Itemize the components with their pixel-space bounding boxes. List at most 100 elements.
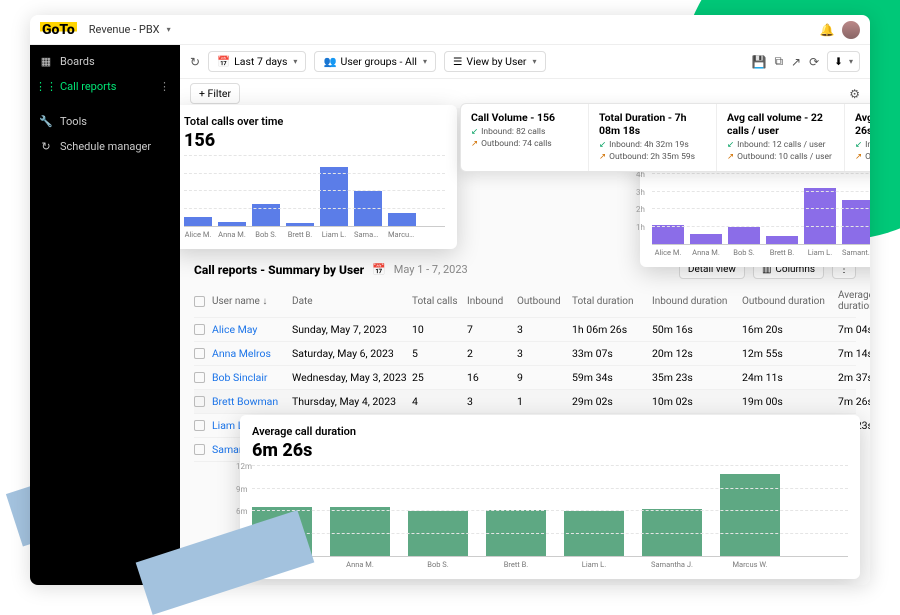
cell-date: Thursday, May 4, 2023 xyxy=(292,395,412,408)
sidebar-item-boards[interactable]: ▦ Boards xyxy=(30,49,180,74)
section-title: Call reports - Summary by User xyxy=(194,263,364,277)
copy-icon[interactable]: ⧉ xyxy=(774,54,783,69)
col-header[interactable]: Inbound xyxy=(467,296,517,307)
sidebar-item-schedule-manager[interactable]: ↻ Schedule manager xyxy=(30,134,180,159)
x-axis-label: Liam L. xyxy=(320,230,348,239)
bell-icon[interactable]: 🔔 xyxy=(818,21,836,39)
row-checkbox[interactable] xyxy=(194,444,205,455)
chart-bar[interactable] xyxy=(354,191,382,226)
cell-date: Saturday, May 6, 2023 xyxy=(292,347,412,360)
share-icon[interactable]: ↗ xyxy=(791,55,801,69)
x-axis-label: Marcus W. xyxy=(388,230,416,239)
metric-outbound: Outbound: 74 calls xyxy=(481,139,552,151)
select-all-checkbox[interactable] xyxy=(194,296,205,307)
col-header[interactable]: Average duration xyxy=(838,290,870,312)
user-name-link[interactable]: Brett Bowman xyxy=(212,395,292,408)
row-checkbox[interactable] xyxy=(194,372,205,383)
col-header[interactable]: Total duration xyxy=(572,296,652,307)
view-by-picker[interactable]: ☰ View by User ▾ xyxy=(444,51,546,72)
refresh-data-icon[interactable]: ⟳ xyxy=(809,55,819,69)
user-groups-picker[interactable]: 👥 User groups - All ▾ xyxy=(314,51,436,72)
date-range-picker[interactable]: 📅 Last 7 days ▾ xyxy=(208,51,306,72)
metric-title: Total Duration - 7h 08m 18s xyxy=(599,111,706,137)
metric-outbound: Outbound: 10 calls / user xyxy=(737,152,832,164)
table-row[interactable]: Alice May Sunday, May 7, 2023 10 7 3 1h … xyxy=(194,318,856,342)
user-groups-label: User groups - All xyxy=(341,55,417,68)
cell-total: 25 xyxy=(412,371,467,384)
chart-bar[interactable] xyxy=(564,511,624,556)
chart-bar[interactable] xyxy=(720,474,780,557)
add-filter-button[interactable]: + Filter xyxy=(190,83,240,104)
x-axis-label: Alice M. xyxy=(184,230,212,239)
avatar[interactable] xyxy=(842,21,860,39)
row-checkbox[interactable] xyxy=(194,348,205,359)
table-row[interactable]: Brett Bowman Thursday, May 4, 2023 4 3 1… xyxy=(194,390,856,414)
boards-icon: ▦ xyxy=(40,55,52,68)
sidebar-item-tools[interactable]: 🔧 Tools xyxy=(30,109,180,134)
chart-bar[interactable] xyxy=(286,223,314,227)
row-checkbox[interactable] xyxy=(194,420,205,431)
chart-bar[interactable] xyxy=(408,511,468,556)
cell-outbound: 1 xyxy=(517,395,572,408)
user-name-link[interactable]: Anna Melros xyxy=(212,347,292,360)
chart-bar[interactable] xyxy=(184,217,212,226)
more-icon[interactable]: ⋮ xyxy=(159,80,170,93)
cell-avg-duration: 7m 04s xyxy=(838,323,870,336)
cell-outbound: 9 xyxy=(517,371,572,384)
chart-bar[interactable] xyxy=(842,200,870,244)
col-header[interactable]: Outbound xyxy=(517,296,572,307)
x-axis-label: Bob S. xyxy=(408,560,468,569)
sort-down-icon: ↓ xyxy=(262,296,267,307)
sidebar-item-call-reports[interactable]: ⋮⋮ Call reports ⋮ xyxy=(30,74,180,99)
save-icon[interactable]: 💾 xyxy=(752,55,767,69)
outbound-icon: ↗ xyxy=(471,139,478,151)
cell-avg-duration: 2m 37s xyxy=(838,371,870,384)
chart-bar[interactable] xyxy=(218,222,246,226)
chart-bar[interactable] xyxy=(652,225,684,244)
add-filter-label: + Filter xyxy=(199,87,231,100)
x-axis-label: Anna M. xyxy=(218,230,246,239)
row-checkbox[interactable] xyxy=(194,396,205,407)
col-header[interactable]: Date xyxy=(292,296,412,307)
user-name-link[interactable]: Bob Sinclair xyxy=(212,371,292,384)
chart-bar[interactable] xyxy=(766,236,798,244)
cell-inbound: 3 xyxy=(467,395,517,408)
gear-icon[interactable]: ⚙ xyxy=(849,87,860,101)
chart-bar[interactable] xyxy=(320,167,348,227)
metric-card[interactable]: Total Duration - 7h 08m 18s ↙Inbound: 4h… xyxy=(589,104,717,171)
metric-title: Call Volume - 156 xyxy=(471,111,578,124)
chart-bar[interactable] xyxy=(388,213,416,226)
cell-total-duration: 29m 02s xyxy=(572,395,652,408)
row-checkbox[interactable] xyxy=(194,324,205,335)
chart-bar[interactable] xyxy=(728,227,760,244)
metric-card[interactable]: Avg call duration - 6m 26s ↙Inbound: 3m … xyxy=(845,104,870,171)
x-axis-label: Samantha J. xyxy=(842,248,870,257)
x-axis-label: Brett B. xyxy=(766,248,798,257)
breadcrumb[interactable]: Revenue - PBX ▾ xyxy=(89,23,171,36)
card-title: Average call duration xyxy=(252,425,848,438)
main: ↻ 📅 Last 7 days ▾ 👥 User groups - All ▾ … xyxy=(180,45,870,585)
table-row[interactable]: Bob Sinclair Wednesday, May 3, 2023 25 1… xyxy=(194,366,856,390)
table-row[interactable]: Anna Melros Saturday, May 6, 2023 5 2 3 … xyxy=(194,342,856,366)
user-name-link[interactable]: Alice May xyxy=(212,323,292,336)
col-header[interactable]: Total calls xyxy=(412,296,467,307)
view-by-label: View by User xyxy=(466,55,526,68)
col-user-name[interactable]: User name ↓ xyxy=(212,296,292,307)
card-value: 156 xyxy=(184,130,445,151)
chart-bar[interactable] xyxy=(690,234,722,244)
cell-inbound: 7 xyxy=(467,323,517,336)
metric-card[interactable]: Avg call volume - 22 calls / user ↙Inbou… xyxy=(717,104,845,171)
cell-inbound-duration: 20m 12s xyxy=(652,347,742,360)
col-header[interactable]: Inbound duration xyxy=(652,296,742,307)
app-window: GoTo Revenue - PBX ▾ 🔔 ▦ Boards ⋮⋮ Call … xyxy=(30,15,870,585)
download-button[interactable]: ⬇▾ xyxy=(827,51,860,72)
chart-bar[interactable] xyxy=(804,188,836,244)
refresh-icon[interactable]: ↻ xyxy=(190,55,200,69)
metric-card[interactable]: Call Volume - 156 ↙Inbound: 82 calls ↗Ou… xyxy=(461,104,589,171)
cell-total: 4 xyxy=(412,395,467,408)
list-icon: ☰ xyxy=(453,55,462,68)
chevron-down-icon: ▾ xyxy=(167,25,171,34)
cell-date: Sunday, May 7, 2023 xyxy=(292,323,412,336)
col-header[interactable]: Outbound duration xyxy=(742,296,838,307)
tools-icon: 🔧 xyxy=(40,115,52,128)
